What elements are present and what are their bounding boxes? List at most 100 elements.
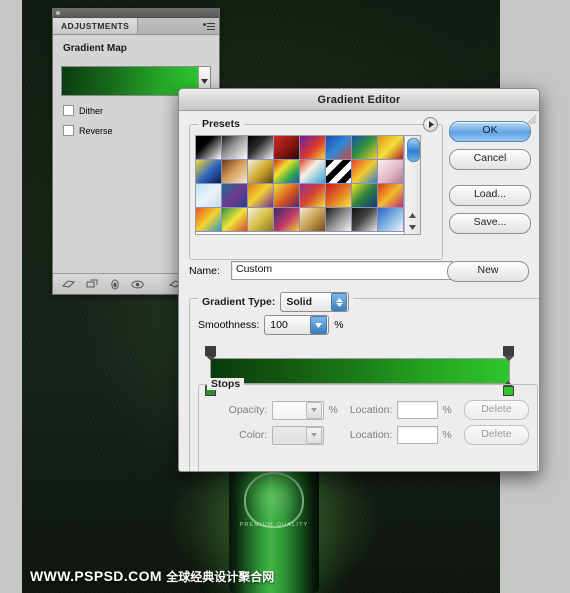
opacity-unit: % bbox=[328, 404, 338, 416]
preset-swatch[interactable] bbox=[352, 184, 378, 208]
preset-swatch[interactable] bbox=[222, 160, 248, 184]
preset-swatch[interactable] bbox=[300, 184, 326, 208]
ok-button[interactable]: OK bbox=[449, 121, 531, 142]
bottle-seal-emblem bbox=[244, 472, 304, 528]
panel-menu-icon[interactable] bbox=[203, 21, 215, 30]
presets-scrollbar-thumb[interactable] bbox=[407, 138, 420, 162]
preset-swatch[interactable] bbox=[274, 184, 300, 208]
preset-swatch[interactable] bbox=[222, 208, 248, 232]
preset-swatch[interactable] bbox=[300, 160, 326, 184]
panel-tab-filler bbox=[138, 18, 219, 34]
preset-swatch[interactable] bbox=[196, 160, 222, 184]
smoothness-select[interactable]: 100 bbox=[264, 315, 330, 335]
tab-adjustments[interactable]: ADJUSTMENTS bbox=[53, 18, 139, 34]
preset-swatch[interactable] bbox=[274, 160, 300, 184]
preset-swatch[interactable] bbox=[196, 208, 222, 232]
opacity-stop-right[interactable] bbox=[503, 346, 514, 361]
preset-swatch[interactable] bbox=[300, 136, 326, 160]
preset-swatch[interactable] bbox=[248, 136, 274, 160]
panel-title: Gradient Map bbox=[63, 43, 127, 54]
preset-swatch[interactable] bbox=[326, 208, 352, 232]
smoothness-chevron-down-icon[interactable] bbox=[310, 316, 328, 334]
toggle-layer-visibility-icon[interactable] bbox=[131, 280, 144, 289]
smoothness-label: Smoothness: bbox=[198, 319, 260, 331]
scroll-up-icon[interactable] bbox=[407, 210, 418, 221]
save-button[interactable]: Save... bbox=[449, 213, 531, 234]
preset-swatch[interactable] bbox=[300, 208, 326, 232]
panel-collapse-icon[interactable] bbox=[56, 11, 60, 15]
preset-swatch[interactable] bbox=[326, 136, 352, 160]
color-location-input[interactable] bbox=[397, 426, 439, 444]
gradient-type-select[interactable]: Solid bbox=[280, 292, 350, 312]
reverse-checkbox[interactable] bbox=[63, 125, 74, 136]
opacity-delete-button[interactable]: Delete bbox=[463, 400, 529, 420]
load-button[interactable]: Load... bbox=[449, 185, 531, 206]
color-label: Color: bbox=[239, 429, 268, 441]
name-label: Name: bbox=[189, 264, 220, 277]
presets-legend: Presets bbox=[198, 118, 244, 130]
preset-swatch[interactable] bbox=[196, 184, 222, 208]
reverse-label: Reverse bbox=[79, 125, 113, 136]
preset-swatch[interactable] bbox=[274, 208, 300, 232]
opacity-input[interactable] bbox=[272, 400, 325, 420]
color-location-label: Location: bbox=[349, 429, 393, 441]
preset-swatch[interactable] bbox=[352, 208, 378, 232]
cancel-button[interactable]: Cancel bbox=[449, 149, 531, 170]
preset-swatch[interactable] bbox=[248, 160, 274, 184]
preset-swatch[interactable] bbox=[352, 136, 378, 160]
preset-swatch[interactable] bbox=[274, 136, 300, 160]
panel-dock-bar[interactable] bbox=[53, 9, 219, 18]
bottle-quality-text: PREMIUM QUALITY bbox=[239, 522, 309, 528]
preset-swatch[interactable] bbox=[196, 136, 222, 160]
opacity-location-input[interactable] bbox=[397, 401, 439, 419]
preset-swatch[interactable] bbox=[378, 136, 404, 160]
color-delete-button[interactable]: Delete bbox=[463, 425, 529, 445]
dialog-titlebar[interactable]: Gradient Editor bbox=[179, 89, 539, 111]
color-stop-row: Color: % Location: % Delete bbox=[225, 425, 529, 445]
dialog-button-column: OK Cancel Load... Save... bbox=[449, 121, 531, 241]
gradient-type-value: Solid bbox=[286, 296, 312, 308]
preset-swatch[interactable] bbox=[378, 208, 404, 232]
gradient-type-label: Gradient Type: bbox=[202, 296, 276, 308]
name-input[interactable]: Custom bbox=[231, 261, 453, 280]
gradient-type-stepper-icon[interactable] bbox=[331, 293, 348, 311]
opacity-label: Opacity: bbox=[228, 404, 268, 416]
preset-swatch[interactable] bbox=[378, 184, 404, 208]
watermark-url: WWW.PSPSD.COM bbox=[30, 568, 162, 584]
scroll-down-icon[interactable] bbox=[407, 222, 418, 233]
preset-swatch[interactable] bbox=[352, 160, 378, 184]
preset-swatch[interactable] bbox=[248, 184, 274, 208]
color-swatch-input[interactable] bbox=[272, 425, 325, 445]
preset-swatch[interactable] bbox=[222, 136, 248, 160]
presets-scrollbar[interactable] bbox=[404, 136, 420, 234]
resize-grip-icon[interactable] bbox=[524, 112, 537, 125]
gradient-editor-dialog: Gradient Editor Presets OK Cancel Load..… bbox=[178, 88, 540, 472]
opacity-location-label: Location: bbox=[349, 404, 393, 416]
preset-swatch[interactable] bbox=[378, 160, 404, 184]
opacity-stop-left[interactable] bbox=[205, 346, 216, 361]
preset-swatch[interactable] bbox=[326, 160, 352, 184]
preset-swatch[interactable] bbox=[248, 208, 274, 232]
opacity-location-unit: % bbox=[442, 404, 452, 416]
panel-tab-row: ADJUSTMENTS bbox=[53, 18, 219, 35]
presets-group: Presets bbox=[189, 117, 443, 260]
opacity-stop-row: Opacity: % Location: % Delete bbox=[225, 400, 529, 420]
smoothness-unit: % bbox=[334, 319, 344, 331]
color-chevron-down-icon[interactable] bbox=[306, 426, 323, 444]
opacity-chevron-down-icon[interactable] bbox=[306, 401, 323, 419]
preview-toggle-icon[interactable] bbox=[86, 279, 99, 289]
preset-swatch[interactable] bbox=[222, 184, 248, 208]
preset-swatch[interactable] bbox=[326, 184, 352, 208]
dither-checkbox[interactable] bbox=[63, 105, 74, 116]
gradient-strip[interactable] bbox=[210, 358, 510, 384]
presets-list[interactable] bbox=[195, 135, 421, 235]
view-previous-state-icon[interactable] bbox=[62, 279, 75, 289]
smoothness-value[interactable]: 100 bbox=[270, 319, 294, 331]
color-location-unit: % bbox=[442, 429, 452, 441]
reset-adjustment-icon[interactable] bbox=[110, 278, 120, 290]
watermark-chinese: 全球经典设计聚合网 bbox=[166, 570, 275, 584]
watermark: WWW.PSPSD.COM 全球经典设计聚合网 bbox=[30, 568, 274, 585]
new-button[interactable]: New bbox=[447, 261, 529, 282]
presets-flyout-icon[interactable] bbox=[423, 117, 438, 132]
presets-swatch-grid[interactable] bbox=[196, 136, 404, 234]
